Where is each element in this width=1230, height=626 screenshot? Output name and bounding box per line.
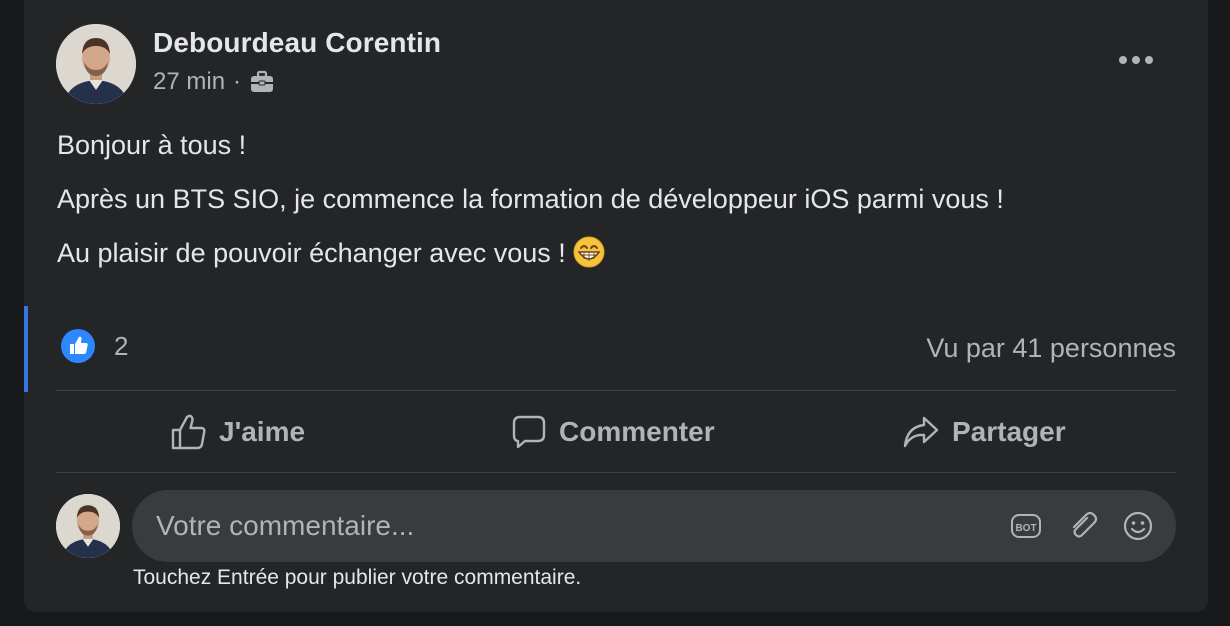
share-arrow-icon: [903, 416, 939, 448]
share-button[interactable]: Partager: [902, 410, 1066, 454]
more-horizontal-icon: [1119, 56, 1153, 64]
svg-text:BOT: BOT: [1015, 523, 1036, 534]
comment-input[interactable]: [156, 490, 976, 562]
reaction-summary[interactable]: 2: [60, 328, 128, 364]
author-name[interactable]: Debourdeau Corentin: [153, 27, 441, 59]
accent-bar: [24, 306, 28, 392]
divider: [56, 472, 1176, 473]
smiley-icon[interactable]: [1122, 510, 1154, 542]
comment-box: BOT: [132, 490, 1176, 562]
current-user-avatar[interactable]: [56, 494, 120, 558]
bot-icon[interactable]: BOT: [1010, 510, 1042, 542]
comment-label: Commenter: [559, 416, 715, 447]
thumbs-up-icon: [171, 414, 206, 450]
post-line: Au plaisir de pouvoir échanger avec vous…: [57, 238, 566, 268]
grinning-face-emoji: [573, 232, 605, 268]
more-options-button[interactable]: [1116, 46, 1156, 74]
post-body: Bonjour à tous ! Après un BTS SIO, je co…: [57, 118, 1004, 280]
author-avatar[interactable]: [56, 24, 136, 104]
like-badge-icon: [61, 329, 95, 363]
comment-button[interactable]: Commenter: [511, 410, 715, 454]
like-label: J'aime: [219, 416, 306, 447]
post-meta: 27 min ·: [153, 68, 275, 96]
post-card: Debourdeau Corentin 27 min · Bonjour à t…: [24, 0, 1208, 612]
paperclip-icon[interactable]: [1067, 510, 1099, 542]
post-line: Bonjour à tous !: [57, 130, 247, 160]
seen-by-count[interactable]: Vu par 41 personnes: [926, 333, 1176, 364]
post-line: Après un BTS SIO, je commence la formati…: [57, 184, 1004, 214]
briefcase-icon: [249, 69, 275, 95]
comment-hint: Touchez Entrée pour publier votre commen…: [133, 566, 582, 589]
meta-separator: ·: [233, 68, 242, 95]
post-line-with-emoji: Au plaisir de pouvoir échanger avec vous…: [57, 226, 1004, 280]
divider: [56, 390, 1176, 391]
post-time[interactable]: 27 min: [153, 68, 225, 96]
comment-bubble-icon: [512, 415, 546, 449]
reaction-count: 2: [114, 330, 129, 361]
share-label: Partager: [952, 416, 1066, 447]
like-button[interactable]: J'aime: [171, 410, 305, 454]
